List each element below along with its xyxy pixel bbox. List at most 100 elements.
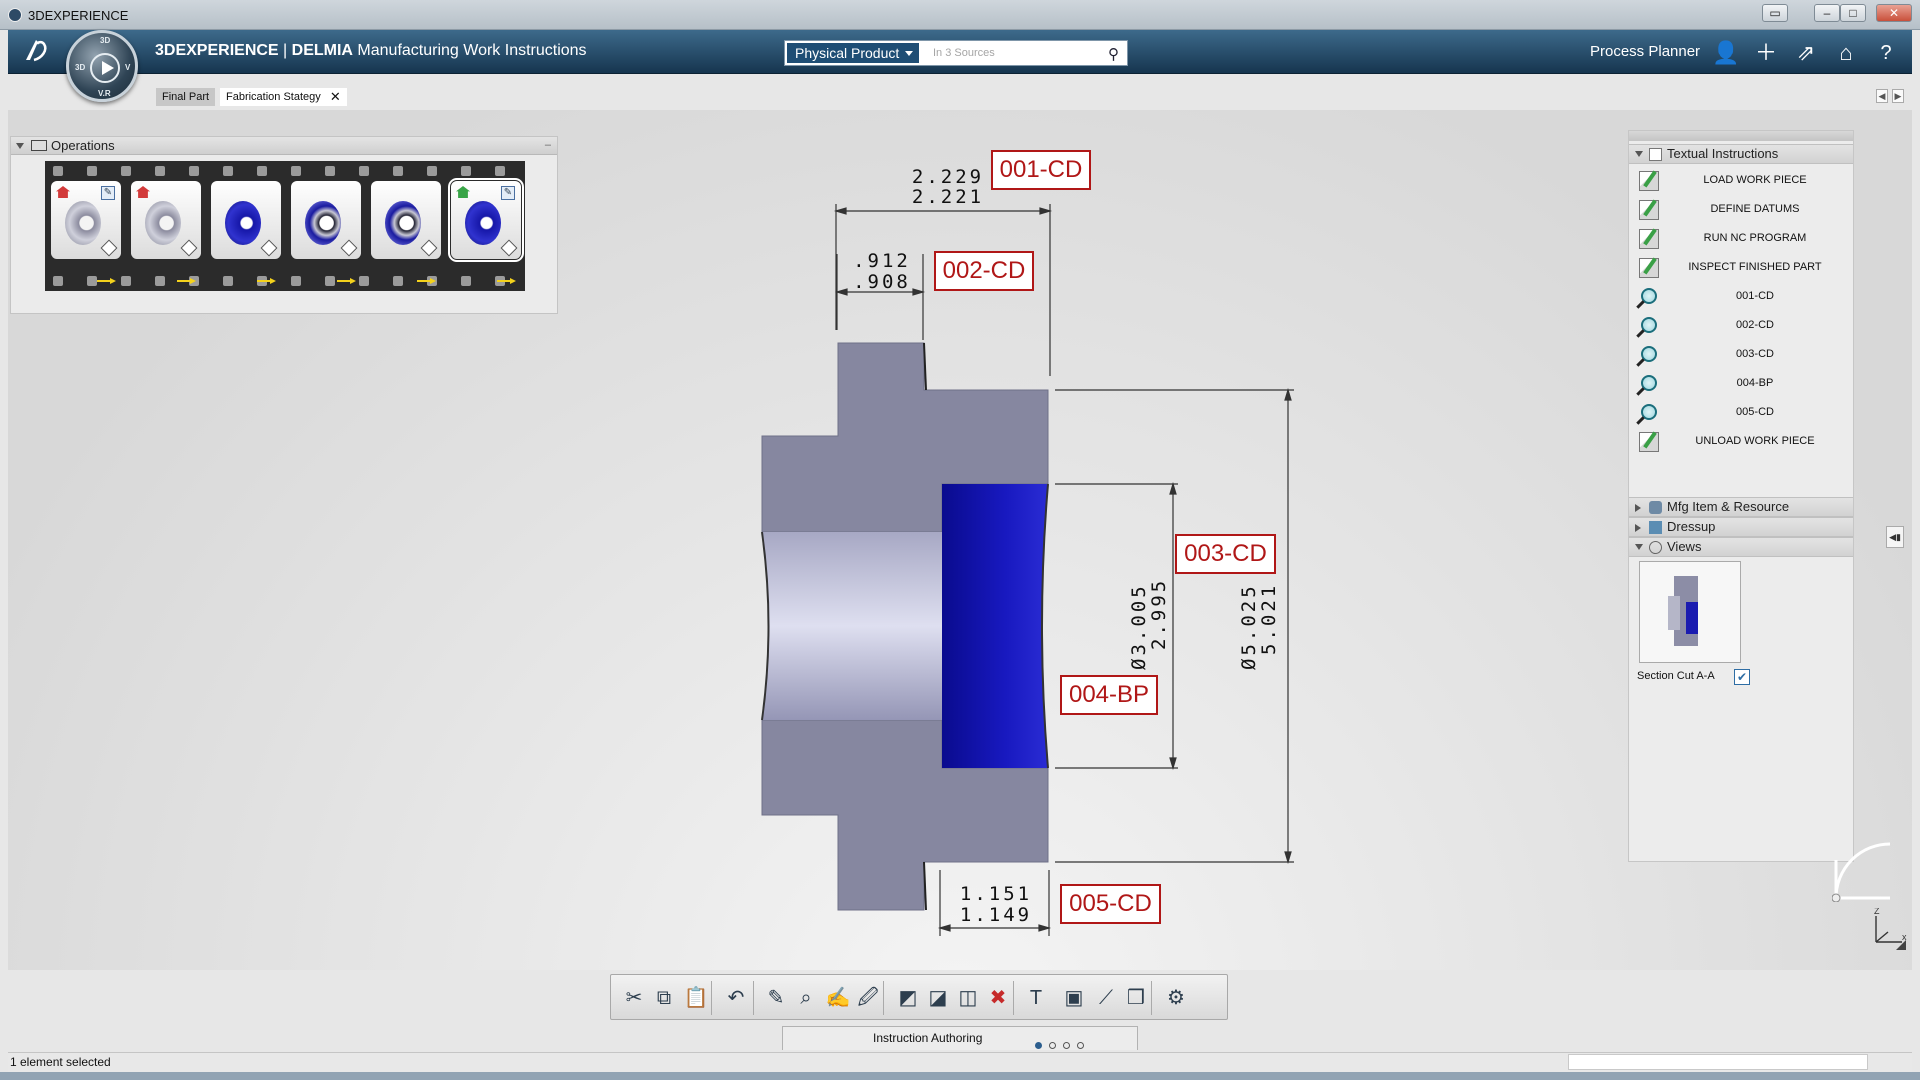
instruction-item[interactable]: UNLOAD WORK PIECE [1629, 427, 1853, 456]
instruction-label: RUN NC PROGRAM [1703, 232, 1807, 244]
compass-widget[interactable]: 3D 3D V V.R [66, 30, 138, 102]
cut-icon[interactable]: ✂ [621, 985, 647, 1011]
instruction-label: 005-CD [1736, 406, 1774, 418]
paste-icon[interactable]: 📋 [683, 985, 709, 1011]
delete-capture-icon[interactable]: ✖ [985, 985, 1011, 1011]
instruction-icon[interactable]: 🖉 [855, 985, 881, 1011]
pager-dot[interactable] [1049, 1042, 1056, 1049]
compass-top-label: 3D [100, 36, 111, 45]
edit-note-icon [1639, 432, 1659, 452]
instruction-label: 001-CD [1736, 290, 1774, 302]
edit-note-icon [1639, 200, 1659, 220]
callout-003-cd[interactable]: 003-CD [1175, 534, 1276, 574]
right-panel-grip[interactable] [1629, 131, 1853, 141]
dimension-004-upper: Ø5.025 [1238, 583, 1260, 670]
toolbar-separator [883, 981, 884, 1015]
mode-bar[interactable]: Instruction Authoring [782, 1026, 1138, 1050]
action-toolbar: ✂ ⧉ 📋 ↶ ✎ ⌕ ✍ 🖉 ◩ ◪ ◫ ✖ T ▣ ⟋ ❒ ⚙ [610, 974, 1228, 1020]
compass-bottom-label: V.R [98, 89, 111, 98]
mode-label: Instruction Authoring [873, 1031, 983, 1045]
callout-001-cd[interactable]: 001-CD [991, 150, 1091, 190]
instruction-item[interactable]: RUN NC PROGRAM [1629, 224, 1853, 253]
edit-note-icon [1639, 258, 1659, 278]
view-label: Section Cut A-A [1637, 670, 1715, 682]
window-bottom-edge [0, 1072, 1920, 1080]
section-dressup[interactable]: Dressup [1629, 517, 1853, 537]
orientation-compass[interactable] [1832, 840, 1894, 902]
textual-instructions-icon [1649, 148, 1662, 161]
pager-dot[interactable] [1077, 1042, 1084, 1049]
dimension-003-lower: 2.995 [1148, 577, 1170, 650]
toolbar-separator [1151, 981, 1152, 1015]
expand-icon[interactable] [1635, 544, 1643, 550]
svg-text:Z: Z [1874, 908, 1880, 916]
instruction-item[interactable]: 004-BP [1629, 369, 1853, 398]
instruction-item[interactable]: DEFINE DATUMS [1629, 195, 1853, 224]
thumbnail-blue-face [1686, 602, 1698, 634]
measure-icon[interactable]: ⟋ [1093, 985, 1119, 1011]
compass-right-label: V [125, 63, 131, 72]
text-style-icon[interactable]: T [1023, 985, 1049, 1011]
dimension-005-lower: 1.149 [959, 904, 1033, 926]
edit-note-icon [1639, 229, 1659, 249]
axis-triad-icon: Z x [1874, 908, 1907, 950]
section-title: Views [1667, 539, 1702, 554]
magnifier-icon [1641, 375, 1657, 391]
edit-instruction-icon[interactable]: ✍ [825, 985, 851, 1011]
expand-icon[interactable] [1635, 151, 1643, 157]
section-title: Textual Instructions [1667, 146, 1779, 161]
toolbar-separator [711, 981, 712, 1015]
instruction-label: 002-CD [1736, 319, 1774, 331]
section-title: Mfg Item & Resource [1667, 499, 1790, 514]
instruction-label: INSPECT FINISHED PART [1688, 261, 1822, 273]
dimension-002-upper: .912 [853, 250, 911, 272]
magnifier-icon [1641, 346, 1657, 362]
instruction-item[interactable]: 002-CD [1629, 311, 1853, 340]
right-panel: Textual Instructions LOAD WORK PIECE DEFI… [1628, 130, 1854, 862]
pager-dot[interactable] [1035, 1042, 1042, 1049]
view-thumbnail[interactable] [1639, 561, 1741, 663]
capture-2-icon[interactable]: ◪ [925, 985, 951, 1011]
callout-005-cd[interactable]: 005-CD [1060, 884, 1161, 924]
dimension-005-upper: 1.151 [959, 883, 1033, 905]
dimension-003-upper: Ø3.005 [1128, 583, 1150, 670]
command-input[interactable] [1568, 1054, 1868, 1070]
mfg-item-icon [1649, 501, 1662, 514]
thumbnail-bore [1668, 596, 1680, 630]
view-check-icon[interactable]: ✔ [1734, 669, 1750, 685]
dimension-002-lower: .908 [853, 271, 911, 293]
dimension-004-lower: 5.021 [1258, 582, 1280, 655]
display-icon[interactable]: ▣ [1061, 985, 1087, 1011]
instruction-item[interactable]: INSPECT FINISHED PART [1629, 253, 1853, 282]
callout-004-bp[interactable]: 004-BP [1060, 675, 1158, 715]
instruction-item[interactable]: LOAD WORK PIECE [1629, 166, 1853, 195]
expand-icon[interactable] [1635, 504, 1641, 512]
expand-icon[interactable] [1635, 524, 1641, 532]
capture-icon[interactable]: ◩ [895, 985, 921, 1011]
copy-icon[interactable]: ⧉ [651, 985, 677, 1011]
instruction-label: 003-CD [1736, 348, 1774, 360]
instruction-item[interactable]: 003-CD [1629, 340, 1853, 369]
settings-icon[interactable]: ⚙ [1163, 985, 1189, 1011]
application-window: 3DEXPERIENCE ▭ – □ ✕ 3D 3D V V.R 3DEXPER… [0, 0, 1920, 1080]
magnifier-icon [1641, 404, 1657, 420]
status-text: 1 element selected [10, 1055, 111, 1069]
pager-dot[interactable] [1063, 1042, 1070, 1049]
instruction-label: 004-BP [1736, 377, 1774, 389]
section-title: Dressup [1667, 519, 1716, 534]
callout-002-cd[interactable]: 002-CD [934, 251, 1034, 291]
part-section[interactable] [761, 342, 1049, 911]
section-views[interactable]: Views [1629, 537, 1853, 557]
section-mfg-item-resource[interactable]: Mfg Item & Resource [1629, 497, 1853, 517]
instruction-item[interactable]: 001-CD [1629, 282, 1853, 311]
instruction-item[interactable]: 005-CD [1629, 398, 1853, 427]
capture-3-icon[interactable]: ◫ [955, 985, 981, 1011]
section-textual-instructions[interactable]: Textual Instructions [1629, 144, 1853, 164]
play-icon[interactable] [90, 53, 120, 83]
box-icon[interactable]: ❒ [1123, 985, 1149, 1011]
toolbar-separator [753, 981, 754, 1015]
text-instruction-icon[interactable]: ✎ [763, 985, 789, 1011]
undo-icon[interactable]: ↶ [723, 985, 749, 1011]
panel-toggle-icon[interactable]: ◀▮ [1886, 526, 1904, 548]
inspect-instruction-icon[interactable]: ⌕ [793, 985, 819, 1011]
